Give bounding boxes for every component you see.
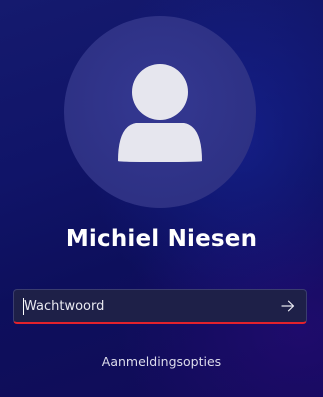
- password-field[interactable]: [13, 289, 307, 324]
- user-avatar: [64, 16, 256, 208]
- user-name: Michiel Niesen: [65, 226, 258, 252]
- password-input[interactable]: [22, 290, 270, 322]
- person-icon: [118, 64, 202, 162]
- submit-button[interactable]: [276, 294, 300, 318]
- arrow-right-icon: [281, 300, 295, 312]
- sign-in-options-link[interactable]: Aanmeldingsopties: [0, 354, 323, 369]
